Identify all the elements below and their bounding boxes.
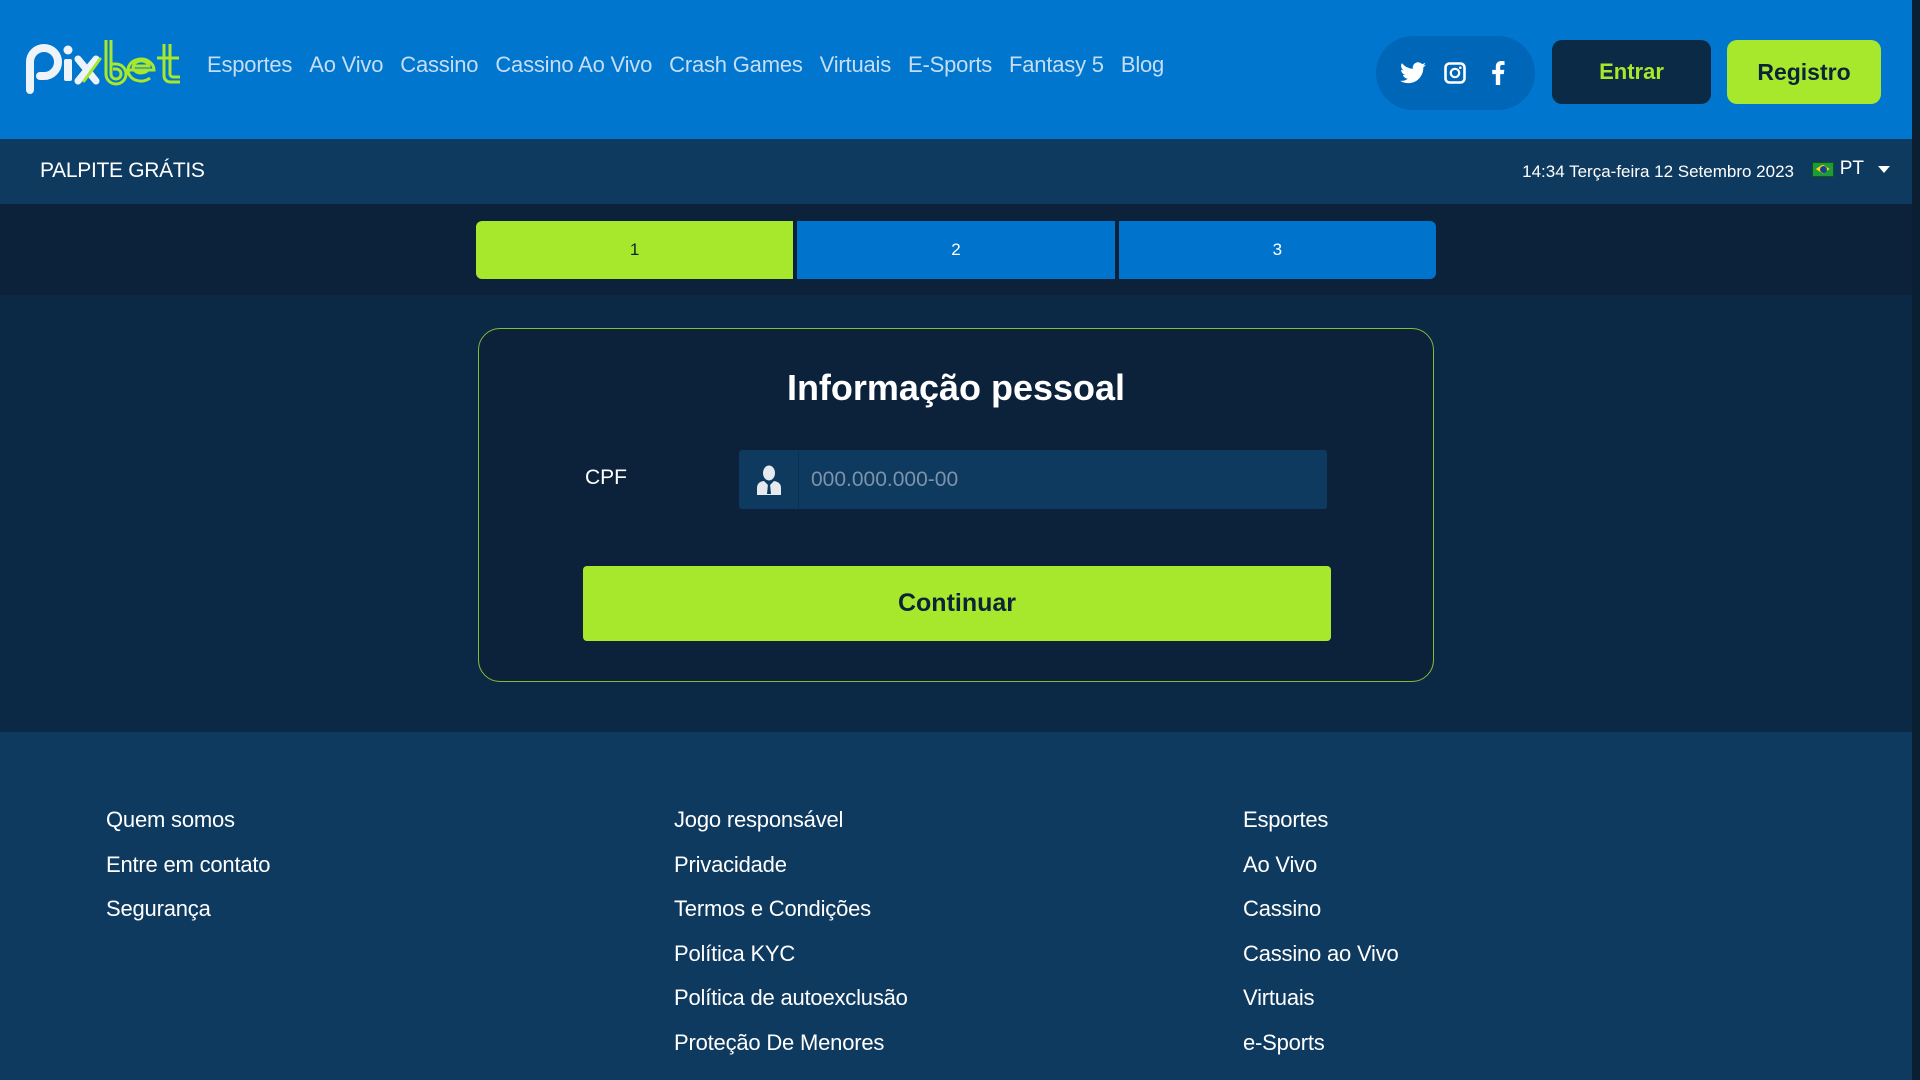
nav-crash-games[interactable]: Crash Games bbox=[669, 52, 803, 78]
header: Esportes Ao Vivo Cassino Cassino Ao Vivo… bbox=[0, 0, 1912, 139]
caret-down-icon bbox=[1878, 165, 1890, 173]
steps-bar: 1 2 3 bbox=[0, 204, 1912, 295]
footer-link[interactable]: Termos e Condições bbox=[674, 896, 908, 941]
footer-column-policies: Jogo responsável Privacidade Termos e Co… bbox=[674, 807, 908, 1074]
footer-link[interactable]: Proteção De Menores bbox=[674, 1030, 908, 1075]
instagram-icon[interactable] bbox=[1440, 58, 1470, 88]
footer-link[interactable]: Entre em contato bbox=[106, 852, 271, 897]
cpf-label: CPF bbox=[585, 466, 627, 489]
step-1[interactable]: 1 bbox=[476, 221, 794, 279]
footer-link[interactable]: Ao Vivo bbox=[1243, 852, 1399, 897]
footer-link[interactable]: Política KYC bbox=[674, 941, 908, 986]
nav-esportes[interactable]: Esportes bbox=[207, 52, 292, 78]
user-icon bbox=[739, 450, 799, 509]
main-nav: Esportes Ao Vivo Cassino Cassino Ao Vivo… bbox=[207, 52, 1181, 78]
nav-cassino-ao-vivo[interactable]: Cassino Ao Vivo bbox=[495, 52, 652, 78]
footer-link[interactable]: Cassino ao Vivo bbox=[1243, 941, 1399, 986]
current-datetime: 14:34 Terça-feira 12 Setembro 2023 bbox=[1522, 162, 1794, 181]
page-title: PALPITE GRÁTIS bbox=[40, 159, 205, 182]
register-button[interactable]: Registro bbox=[1727, 40, 1881, 104]
brazil-flag-icon bbox=[1811, 161, 1834, 177]
nav-virtuais[interactable]: Virtuais bbox=[820, 52, 892, 78]
pixbet-logo[interactable] bbox=[24, 36, 186, 94]
sub-header: PALPITE GRÁTIS 14:34 Terça-feira 12 Sete… bbox=[0, 139, 1912, 204]
nav-cassino[interactable]: Cassino bbox=[400, 52, 478, 78]
footer-link[interactable]: Segurança bbox=[106, 896, 270, 941]
step-2[interactable]: 2 bbox=[797, 221, 1115, 279]
footer-column-company: Quem somos Entre em contato Segurança bbox=[106, 807, 271, 941]
step-indicator: 1 2 3 bbox=[476, 221, 1436, 279]
footer: Quem somos Entre em contato Segurança Jo… bbox=[0, 732, 1912, 1080]
language-selector[interactable]: PT bbox=[1811, 158, 1890, 180]
footer-link[interactable]: e-Sports bbox=[1243, 1030, 1399, 1075]
page-scrollbar[interactable] bbox=[1912, 0, 1920, 1080]
cpf-input[interactable] bbox=[799, 450, 1327, 509]
twitter-icon[interactable] bbox=[1398, 58, 1428, 88]
footer-link[interactable]: Privacidade bbox=[674, 852, 908, 897]
continue-button[interactable]: Continuar bbox=[583, 566, 1331, 641]
social-links bbox=[1376, 36, 1535, 110]
facebook-icon[interactable] bbox=[1483, 58, 1513, 88]
page: Esportes Ao Vivo Cassino Cassino Ao Vivo… bbox=[0, 0, 1912, 1080]
nav-fantasy-5[interactable]: Fantasy 5 bbox=[1009, 52, 1104, 78]
step-3[interactable]: 3 bbox=[1118, 221, 1436, 279]
login-button[interactable]: Entrar bbox=[1552, 40, 1711, 104]
footer-column-products: Esportes Ao Vivo Cassino Cassino ao Vivo… bbox=[1243, 807, 1399, 1074]
main-content: Informação pessoal CPF Continuar bbox=[0, 295, 1912, 732]
footer-link[interactable]: Esportes bbox=[1243, 807, 1399, 852]
cpf-field bbox=[739, 450, 1327, 509]
personal-info-card: Informação pessoal CPF Continuar bbox=[478, 328, 1434, 682]
nav-blog[interactable]: Blog bbox=[1121, 52, 1164, 78]
footer-link[interactable]: Cassino bbox=[1243, 896, 1399, 941]
footer-link[interactable]: Política de autoexclusão bbox=[674, 985, 908, 1030]
language-code: PT bbox=[1839, 158, 1864, 179]
form-title: Informação pessoal bbox=[786, 367, 1126, 408]
nav-ao-vivo[interactable]: Ao Vivo bbox=[309, 52, 383, 78]
nav-e-sports[interactable]: E-Sports bbox=[908, 52, 992, 78]
footer-link[interactable]: Quem somos bbox=[106, 807, 270, 852]
footer-link[interactable]: Jogo responsável bbox=[674, 807, 908, 852]
footer-link[interactable]: Virtuais bbox=[1243, 985, 1399, 1030]
